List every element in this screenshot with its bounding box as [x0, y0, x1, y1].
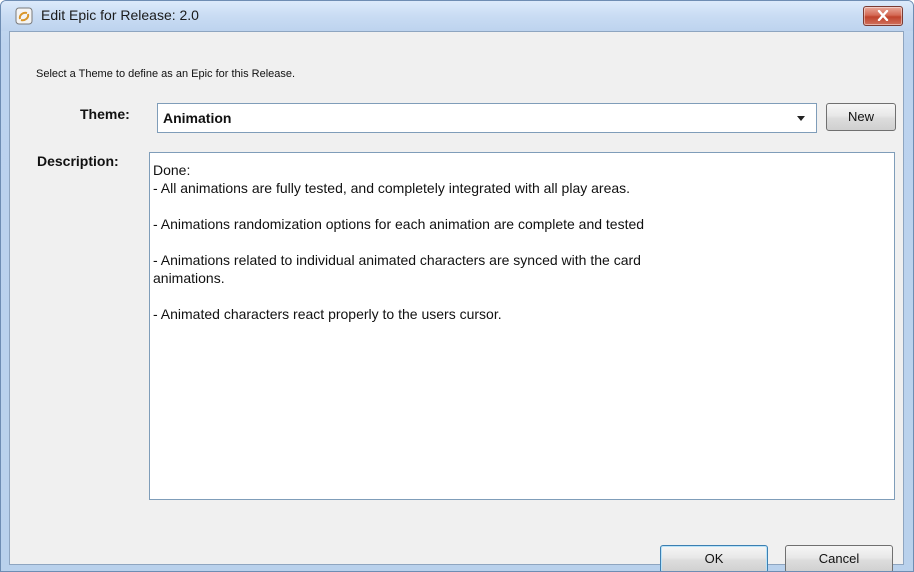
description-line [153, 233, 890, 251]
dialog-client-area: Select a Theme to define as an Epic for … [9, 31, 904, 571]
cancel-button[interactable]: Cancel [785, 545, 893, 571]
description-line: animations. [153, 270, 225, 286]
description-line: - Animations related to individual anima… [153, 252, 641, 268]
description-line: - Animated characters react properly to … [153, 306, 502, 322]
description-line: Done: [153, 162, 191, 178]
instruction-text: Select a Theme to define as an Epic for … [36, 68, 296, 80]
ok-button[interactable]: OK [660, 545, 768, 571]
close-icon [877, 10, 889, 21]
description-line: - All animations are fully tested, and c… [153, 180, 631, 196]
description-line [153, 287, 890, 305]
theme-dropdown[interactable]: Animation [157, 103, 817, 133]
description-line [153, 197, 890, 215]
description-label: Description: [37, 153, 119, 169]
theme-selected-value: Animation [163, 110, 232, 126]
ok-button-label: OK [704, 551, 724, 566]
chevron-down-icon[interactable] [790, 109, 812, 127]
new-button-label: New [847, 109, 874, 124]
cancel-button-label: Cancel [818, 551, 860, 566]
app-logo-icon [15, 7, 33, 25]
new-theme-button[interactable]: New [826, 103, 896, 131]
theme-label: Theme: [80, 106, 130, 122]
description-textarea[interactable]: Done: - All animations are fully tested,… [149, 152, 895, 500]
dialog-window: Edit Epic for Release: 2.0 Select a Them… [0, 0, 914, 572]
close-button[interactable] [863, 6, 903, 26]
title-bar[interactable]: Edit Epic for Release: 2.0 [1, 1, 913, 31]
description-line: - Animations randomization options for e… [153, 216, 645, 232]
window-title: Edit Epic for Release: 2.0 [41, 7, 199, 23]
